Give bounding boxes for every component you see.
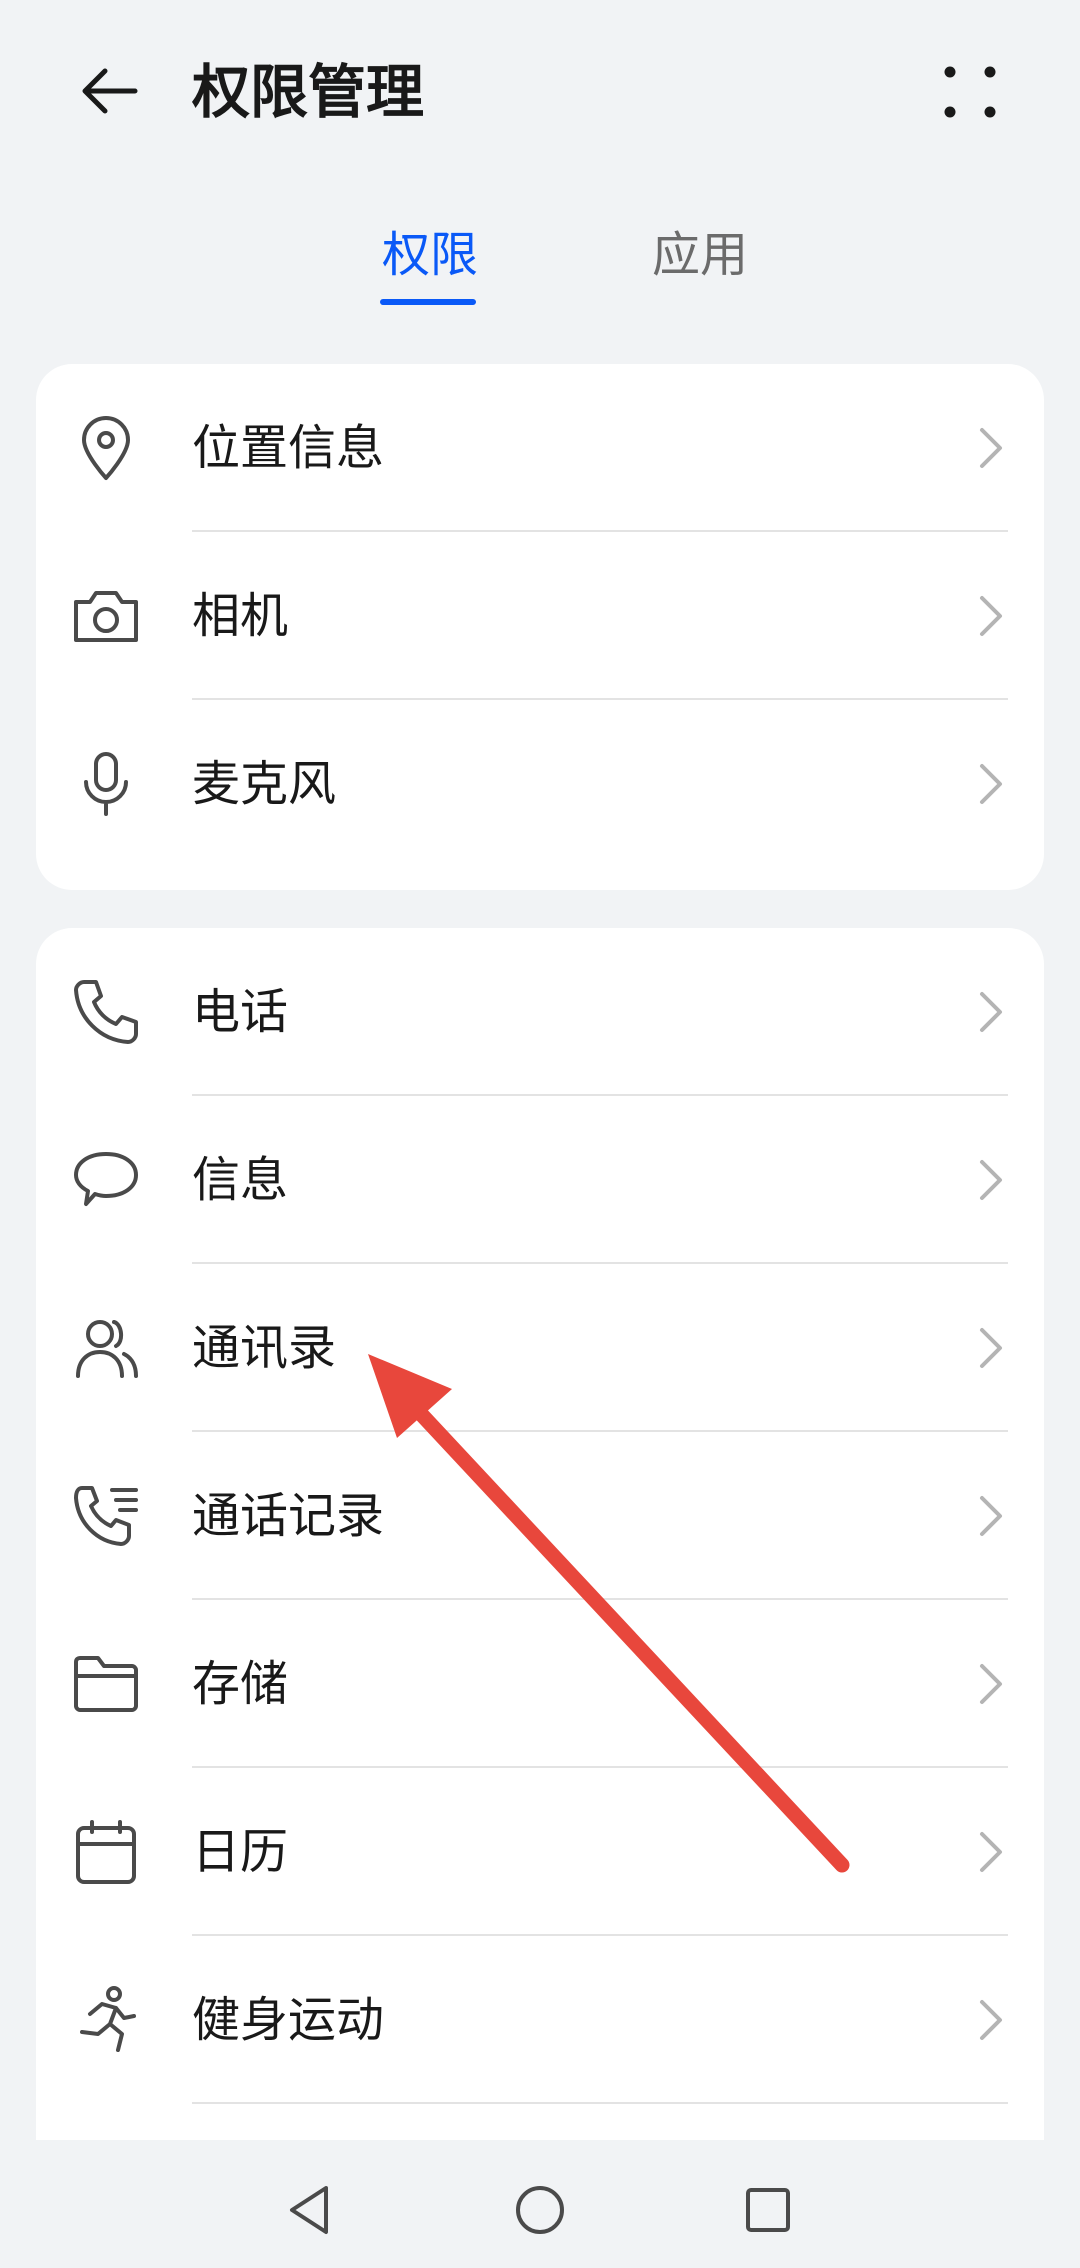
nav-home-button[interactable] [500,2170,580,2250]
location-pin-icon [70,412,142,484]
permission-item-location[interactable]: 位置信息 [36,364,1044,532]
permission-item-label: 存储 [192,1656,289,1712]
chevron-right-icon [980,596,1002,636]
permission-item-label: 健身运动 [192,1992,385,2048]
nav-back-button[interactable] [270,2170,350,2250]
tab-permissions[interactable]: 权限 [380,215,480,295]
permission-group-2: 电话 信息 通讯录 通话记录 存储 日历 健身运动 [36,928,1044,2190]
permission-item-label: 麦克风 [192,756,337,812]
permission-item-label: 通讯录 [192,1320,337,1376]
chevron-right-icon [980,1664,1002,1704]
chevron-right-icon [980,428,1002,468]
permission-group-1: 位置信息 相机 麦克风 [36,364,1044,890]
running-icon [70,1984,142,2056]
permission-item-label: 通话记录 [192,1488,385,1544]
permission-item-call-log[interactable]: 通话记录 [36,1432,1044,1600]
tab-apps[interactable]: 应用 [650,215,750,295]
phone-icon [70,976,142,1048]
app-bar: 权限管理 [0,0,1080,180]
permission-item-label: 电话 [192,984,289,1040]
divider [192,2102,1008,2104]
tab-bar: 权限 应用 [0,215,1080,315]
nav-home-circle-icon [516,2186,564,2234]
permission-item-label: 相机 [192,588,289,644]
permission-item-fitness[interactable]: 健身运动 [36,1936,1044,2104]
microphone-icon [70,748,142,820]
call-log-icon [70,1480,142,1552]
chevron-right-icon [980,764,1002,804]
chevron-right-icon [980,1160,1002,1200]
nav-recent-square-icon [746,2188,790,2232]
nav-recent-button[interactable] [728,2170,808,2250]
system-nav-bar [0,2140,1080,2268]
nav-back-triangle-icon [290,2186,328,2234]
chevron-right-icon [980,1328,1002,1368]
calendar-icon [70,1816,142,1888]
permission-item-camera[interactable]: 相机 [36,532,1044,700]
message-bubble-icon [70,1144,142,1216]
more-dots-icon [944,66,996,118]
permission-item-label: 位置信息 [192,420,385,476]
arrow-left-icon [82,68,138,114]
page-title: 权限管理 [192,58,425,126]
tab-indicator [380,299,476,305]
chevron-right-icon [980,992,1002,1032]
permission-item-phone[interactable]: 电话 [36,928,1044,1096]
chevron-right-icon [980,1496,1002,1536]
contacts-icon [70,1312,142,1384]
permission-item-microphone[interactable]: 麦克风 [36,700,1044,868]
permission-item-messages[interactable]: 信息 [36,1096,1044,1264]
folder-icon [70,1648,142,1720]
permission-item-contacts[interactable]: 通讯录 [36,1264,1044,1432]
permission-item-storage[interactable]: 存储 [36,1600,1044,1768]
chevron-right-icon [980,1832,1002,1872]
chevron-right-icon [980,2000,1002,2040]
back-button[interactable] [64,46,154,136]
permission-item-calendar[interactable]: 日历 [36,1768,1044,1936]
permission-item-label: 信息 [192,1152,289,1208]
more-button[interactable] [930,52,1010,132]
camera-icon [70,580,142,652]
permission-item-label: 日历 [192,1824,289,1880]
